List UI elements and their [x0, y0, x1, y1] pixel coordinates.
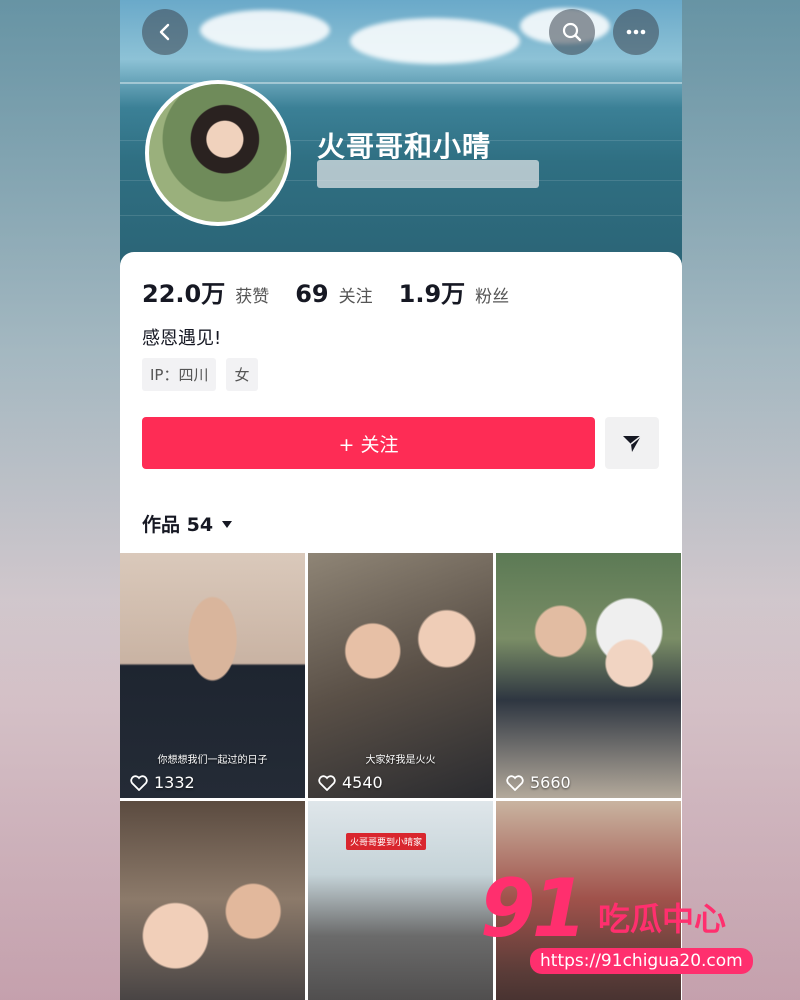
user-id-redacted [317, 160, 539, 188]
video-thumbnail[interactable]: 火哥哥要到小晴家 [308, 801, 493, 1000]
watermark-number: 91 [480, 862, 587, 955]
profile-info-card: 22.0万 获赞 69 关注 1.9万 粉丝 感恩遇见! IP：四川 女 + 关… [120, 252, 682, 552]
cloud [350, 18, 520, 64]
back-arrow-icon [159, 23, 170, 41]
background-blur-left [0, 0, 120, 1000]
search-icon [562, 22, 582, 42]
profile-name: 火哥哥和小晴 [317, 130, 492, 163]
likes-count-text: 4540 [342, 773, 383, 792]
follow-button[interactable]: + 关注 [142, 417, 595, 469]
heart-icon [506, 774, 524, 791]
likes-label: 获赞 [235, 287, 270, 307]
more-button[interactable] [613, 9, 659, 55]
send-icon [623, 435, 642, 452]
works-count-label: 作品 54 [142, 514, 214, 536]
gender-tag: 女 [226, 358, 258, 391]
cloud [200, 10, 330, 50]
video-likes: 5660 [506, 773, 571, 792]
video-likes: 1332 [130, 773, 195, 792]
ip-location-tag: IP：四川 [142, 358, 217, 391]
search-button[interactable] [549, 9, 595, 55]
followers-label[interactable]: 粉丝 [475, 282, 509, 307]
watermark-text: 吃瓜中心 [598, 900, 727, 938]
back-button[interactable] [142, 9, 188, 55]
followers-count[interactable]: 1.9万 [399, 274, 466, 309]
profile-bio: 感恩遇见! [142, 328, 222, 349]
share-button[interactable] [605, 417, 659, 469]
avatar[interactable] [145, 80, 291, 226]
watermark-url: https://91chigua20.com [530, 948, 753, 974]
follow-button-label: + 关注 [338, 433, 399, 456]
dropdown-triangle-icon [222, 520, 233, 528]
video-title-tag: 火哥哥要到小晴家 [346, 833, 427, 850]
profile-tags: IP：四川 女 [142, 358, 258, 391]
more-dots-icon [626, 29, 646, 35]
heart-icon [130, 774, 148, 791]
following-count[interactable]: 69 [295, 280, 328, 308]
likes-count-text: 5660 [530, 773, 571, 792]
phone-screen: 火哥哥和小晴 22.0万 获赞 69 关注 1.9万 粉丝 感恩遇见! IP：四… [120, 0, 682, 1000]
likes-count: 22.0万 [142, 280, 226, 308]
video-thumbnail[interactable]: 大家好我是火火 4540 [308, 553, 493, 798]
video-caption: 大家好我是火火 [365, 755, 436, 766]
works-tab[interactable]: 作品 54 [142, 510, 233, 537]
video-thumbnail[interactable] [120, 801, 305, 1000]
likes-count-text: 1332 [154, 773, 195, 792]
background-blur-right [682, 0, 800, 1000]
profile-stats: 22.0万 获赞 69 关注 1.9万 粉丝 [142, 274, 525, 309]
site-watermark: 91 吃瓜中心 https://91chigua20.com [480, 862, 780, 982]
video-caption: 你想想我们一起过的日子 [157, 755, 268, 766]
following-label[interactable]: 关注 [339, 282, 373, 307]
heart-icon [318, 774, 336, 791]
profile-banner: 火哥哥和小晴 [120, 0, 682, 270]
video-likes: 4540 [318, 773, 383, 792]
video-thumbnail[interactable]: 5660 [496, 553, 681, 798]
video-thumbnail[interactable]: 你想想我们一起过的日子 1332 [120, 553, 305, 798]
